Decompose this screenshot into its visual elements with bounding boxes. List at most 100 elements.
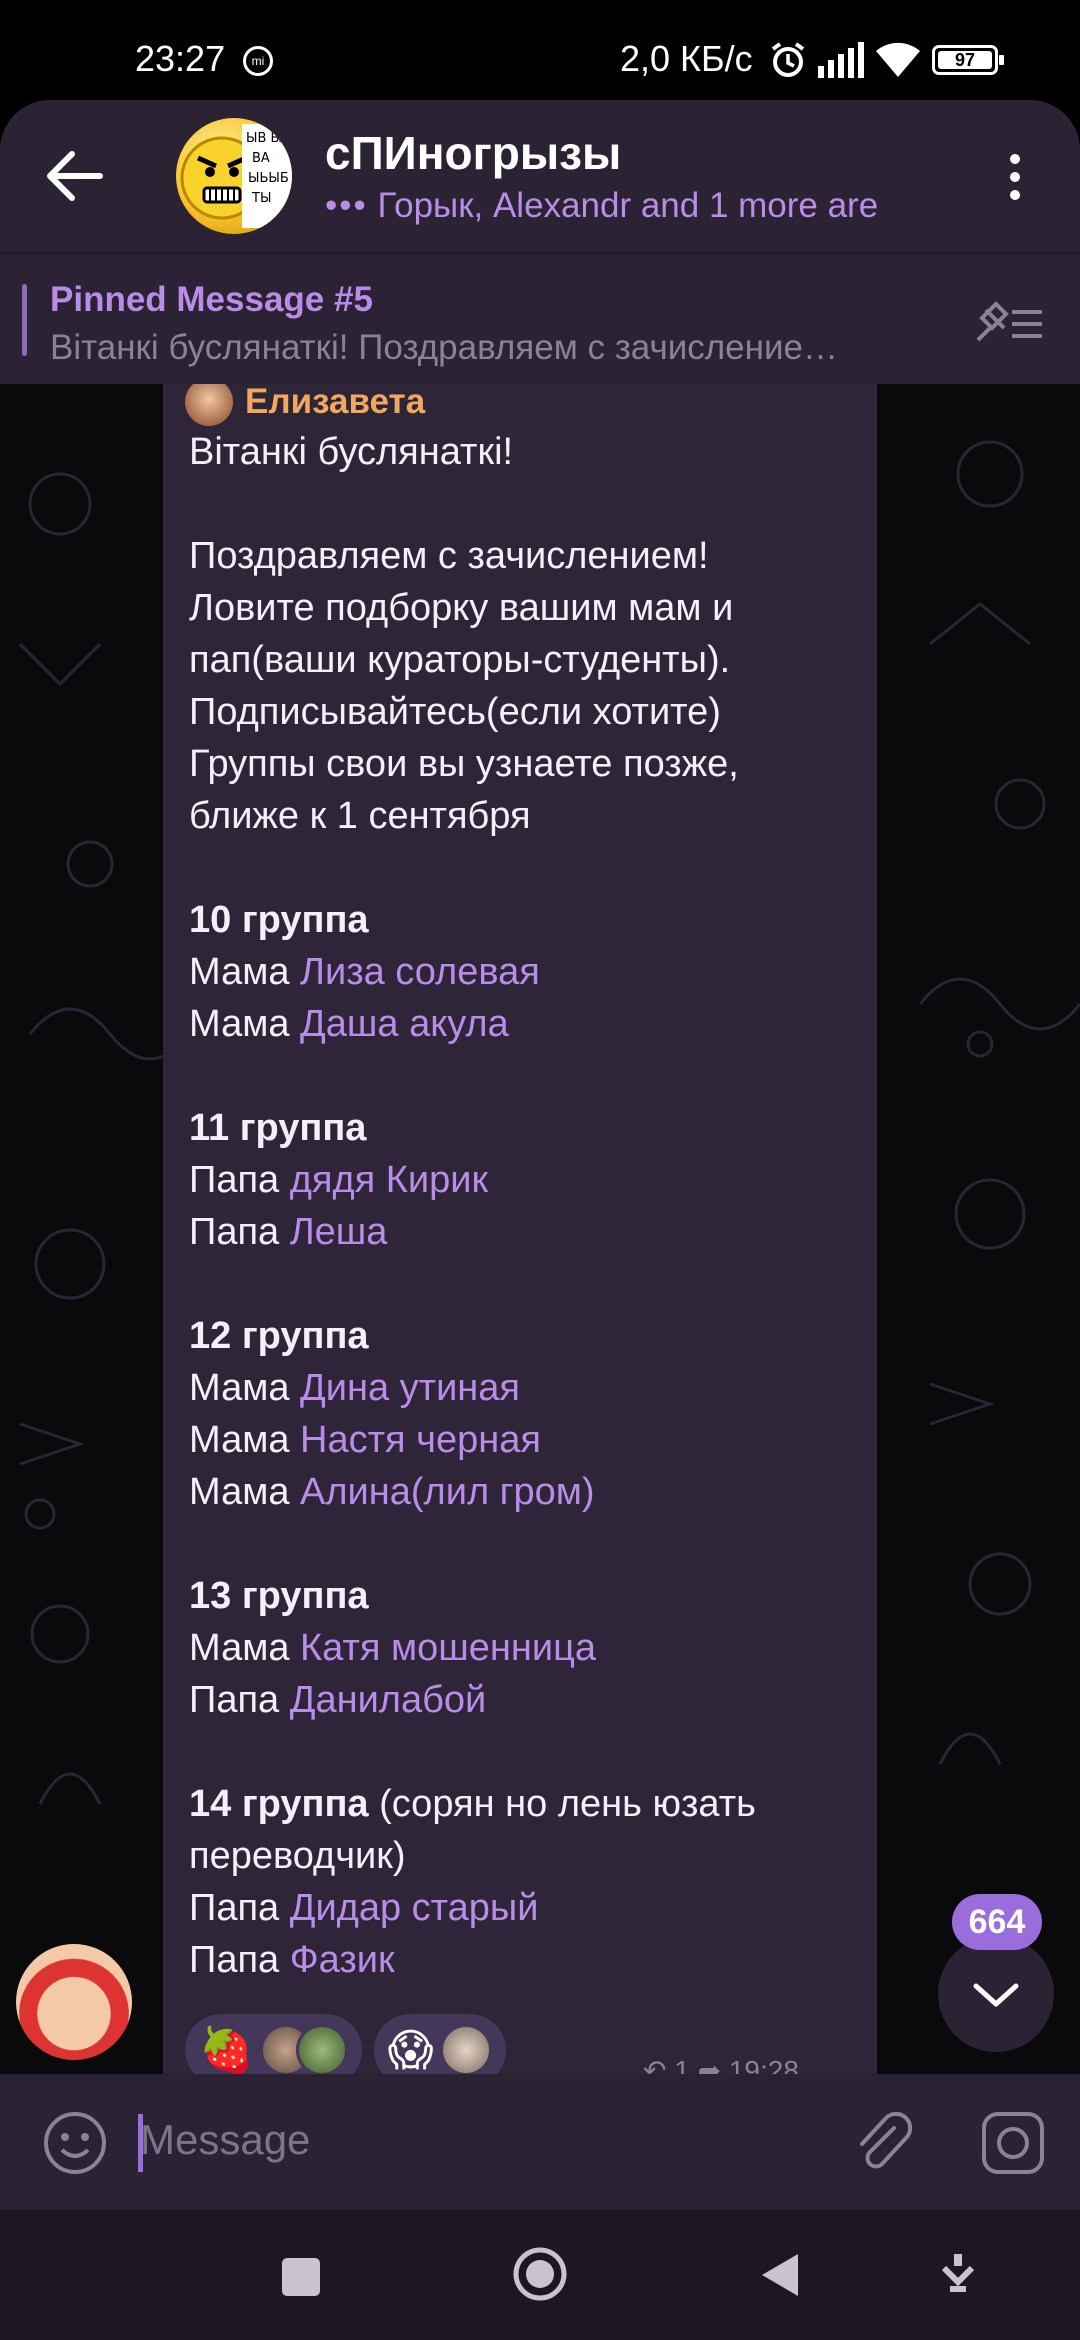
- mention-link[interactable]: Данилабой: [290, 1679, 487, 1721]
- wifi-icon: [876, 42, 920, 77]
- emoji-icon[interactable]: [42, 2110, 108, 2176]
- group-heading: 11 группа: [189, 1107, 367, 1149]
- mention-link[interactable]: Дина утиная: [300, 1367, 520, 1409]
- status-icons: 97: [768, 40, 1004, 80]
- message-line: Папа Данилабой: [189, 1674, 859, 1726]
- status-bar: 23:27 mi 2,0 КБ/с 97: [0, 0, 1080, 100]
- text-segment: Группы свои вы узнаете позже,: [189, 743, 739, 785]
- typing-dots-icon: •••: [325, 186, 368, 225]
- role-label: Папа: [189, 1887, 290, 1929]
- typing-status: ••• Горык, Alexandr and 1 more are: [325, 186, 945, 226]
- message-line: Мама Алина(лил гром): [189, 1466, 859, 1518]
- angry-smiley-icon: ЫВ ЫВ ВА ЫЬЫБ ТЫ: [180, 124, 292, 228]
- reactor-avatar: [439, 2024, 492, 2074]
- more-menu-icon[interactable]: [1000, 152, 1030, 202]
- mention-link[interactable]: Даша акула: [300, 1003, 509, 1045]
- home-button[interactable]: [512, 2246, 568, 2302]
- message-line: пап(ваши кураторы-студенты).: [189, 634, 859, 686]
- message-text: Вітанкі буслянаткі! Поздравляем с зачисле…: [189, 426, 859, 1986]
- text-segment: (сорян но лень юзать: [368, 1783, 756, 1825]
- message-line: переводчик): [189, 1830, 859, 1882]
- message-line: Мама Катя мошенница: [189, 1622, 859, 1674]
- message-sender[interactable]: Елизавета: [185, 384, 425, 426]
- mention-link[interactable]: Катя мошенница: [300, 1627, 596, 1669]
- mention-link[interactable]: Леша: [290, 1211, 388, 1253]
- message-line: 12 группа: [189, 1310, 859, 1362]
- sender-avatar[interactable]: [185, 384, 233, 426]
- chat-title[interactable]: сПИногрызы: [325, 126, 621, 180]
- unread-count-badge: 664: [952, 1894, 1042, 1950]
- message-input[interactable]: Message: [140, 2116, 310, 2164]
- role-label: Мама: [189, 951, 301, 993]
- battery-level: 97: [938, 51, 992, 69]
- message-line: Папа Дидар старый: [189, 1882, 859, 1934]
- strawberry-icon: 🍓: [199, 2026, 254, 2074]
- pinned-title: Pinned Message #5: [50, 280, 373, 319]
- svg-text:ЫЬЫБ: ЫЬЫБ: [248, 171, 289, 186]
- user-avatar[interactable]: [16, 1944, 132, 2060]
- text-segment: ближе к 1 сентября: [189, 795, 531, 837]
- reaction-strawberry[interactable]: 🍓: [185, 2014, 362, 2074]
- nav-back-button[interactable]: [760, 2252, 800, 2298]
- message-line: Мама Даша акула: [189, 998, 859, 1050]
- pinned-message-bar[interactable]: Pinned Message #5 Вітанкі буслянаткі! По…: [0, 252, 1080, 384]
- camera-icon[interactable]: [980, 2110, 1046, 2176]
- battery-icon: 97: [932, 45, 1004, 75]
- message-line: Вітанкі буслянаткі!: [189, 426, 859, 478]
- alarm-icon: [771, 42, 805, 77]
- message-line: Ловите подборку вашим мам и: [189, 582, 859, 634]
- network-speed: 2,0 КБ/с: [620, 38, 753, 79]
- pinned-indicator: [22, 284, 27, 356]
- system-nav-bar: [0, 2210, 1080, 2340]
- scroll-down-button[interactable]: [938, 1936, 1054, 2052]
- message-line: Мама Дина утиная: [189, 1362, 859, 1414]
- message-line: Поздравляем с зачислением!: [189, 530, 859, 582]
- message-line: 11 группа: [189, 1102, 859, 1154]
- role-label: Папа: [189, 1211, 290, 1253]
- screaming-face-icon: 😱: [387, 2025, 434, 2075]
- message-line: ближе к 1 сентября: [189, 790, 859, 842]
- text-segment: переводчик): [189, 1835, 406, 1877]
- mention-link[interactable]: Алина(лил гром): [300, 1471, 595, 1513]
- mi-icon: mi: [243, 46, 273, 76]
- attach-icon[interactable]: [852, 2106, 912, 2176]
- chevron-down-icon: [973, 1983, 1019, 2007]
- text-segment: Вітанкі буслянаткі!: [189, 431, 514, 473]
- back-arrow-icon[interactable]: [44, 150, 104, 202]
- text-segment: пап(ваши кураторы-студенты).: [189, 639, 731, 681]
- reaction-screaming-face[interactable]: 😱: [373, 2014, 506, 2075]
- mention-link[interactable]: дядя Кирик: [290, 1159, 488, 1201]
- chat-area[interactable]: Елизавета Вітанкі буслянаткі! Поздравляем…: [0, 384, 1080, 2074]
- mention-link[interactable]: Фазик: [290, 1939, 395, 1981]
- hide-keyboard-icon[interactable]: [940, 2254, 976, 2294]
- mention-link[interactable]: Настя черная: [300, 1419, 541, 1461]
- recents-button[interactable]: [282, 2258, 320, 2296]
- group-heading: 12 группа: [189, 1315, 369, 1357]
- typing-text: Горык, Alexandr and 1 more are: [377, 186, 879, 225]
- message-bubble[interactable]: Елизавета Вітанкі буслянаткі! Поздравляем…: [163, 384, 877, 2074]
- role-label: Мама: [189, 1367, 301, 1409]
- reactor-avatar: [295, 2024, 348, 2074]
- pinned-list-icon[interactable]: [974, 300, 1044, 344]
- message-line: Папа дядя Кирик: [189, 1154, 859, 1206]
- message-line: Мама Лиза солевая: [189, 946, 859, 998]
- text-segment: Поздравляем с зачислением!: [189, 535, 709, 577]
- svg-text:ВА: ВА: [252, 151, 270, 166]
- mention-link[interactable]: Лиза солевая: [300, 951, 540, 993]
- role-label: Мама: [189, 1471, 301, 1513]
- sender-name[interactable]: Елизавета: [245, 384, 425, 422]
- group-avatar[interactable]: ЫВ ЫВ ВА ЫЬЫБ ТЫ: [176, 118, 292, 234]
- signal-icon: [818, 42, 864, 78]
- message-line: Мама Настя черная: [189, 1414, 859, 1466]
- role-label: Папа: [189, 1939, 290, 1981]
- role-label: Мама: [189, 1003, 301, 1045]
- mention-link[interactable]: Дидар старый: [290, 1887, 539, 1929]
- role-label: Мама: [189, 1627, 301, 1669]
- message-line: Папа Леша: [189, 1206, 859, 1258]
